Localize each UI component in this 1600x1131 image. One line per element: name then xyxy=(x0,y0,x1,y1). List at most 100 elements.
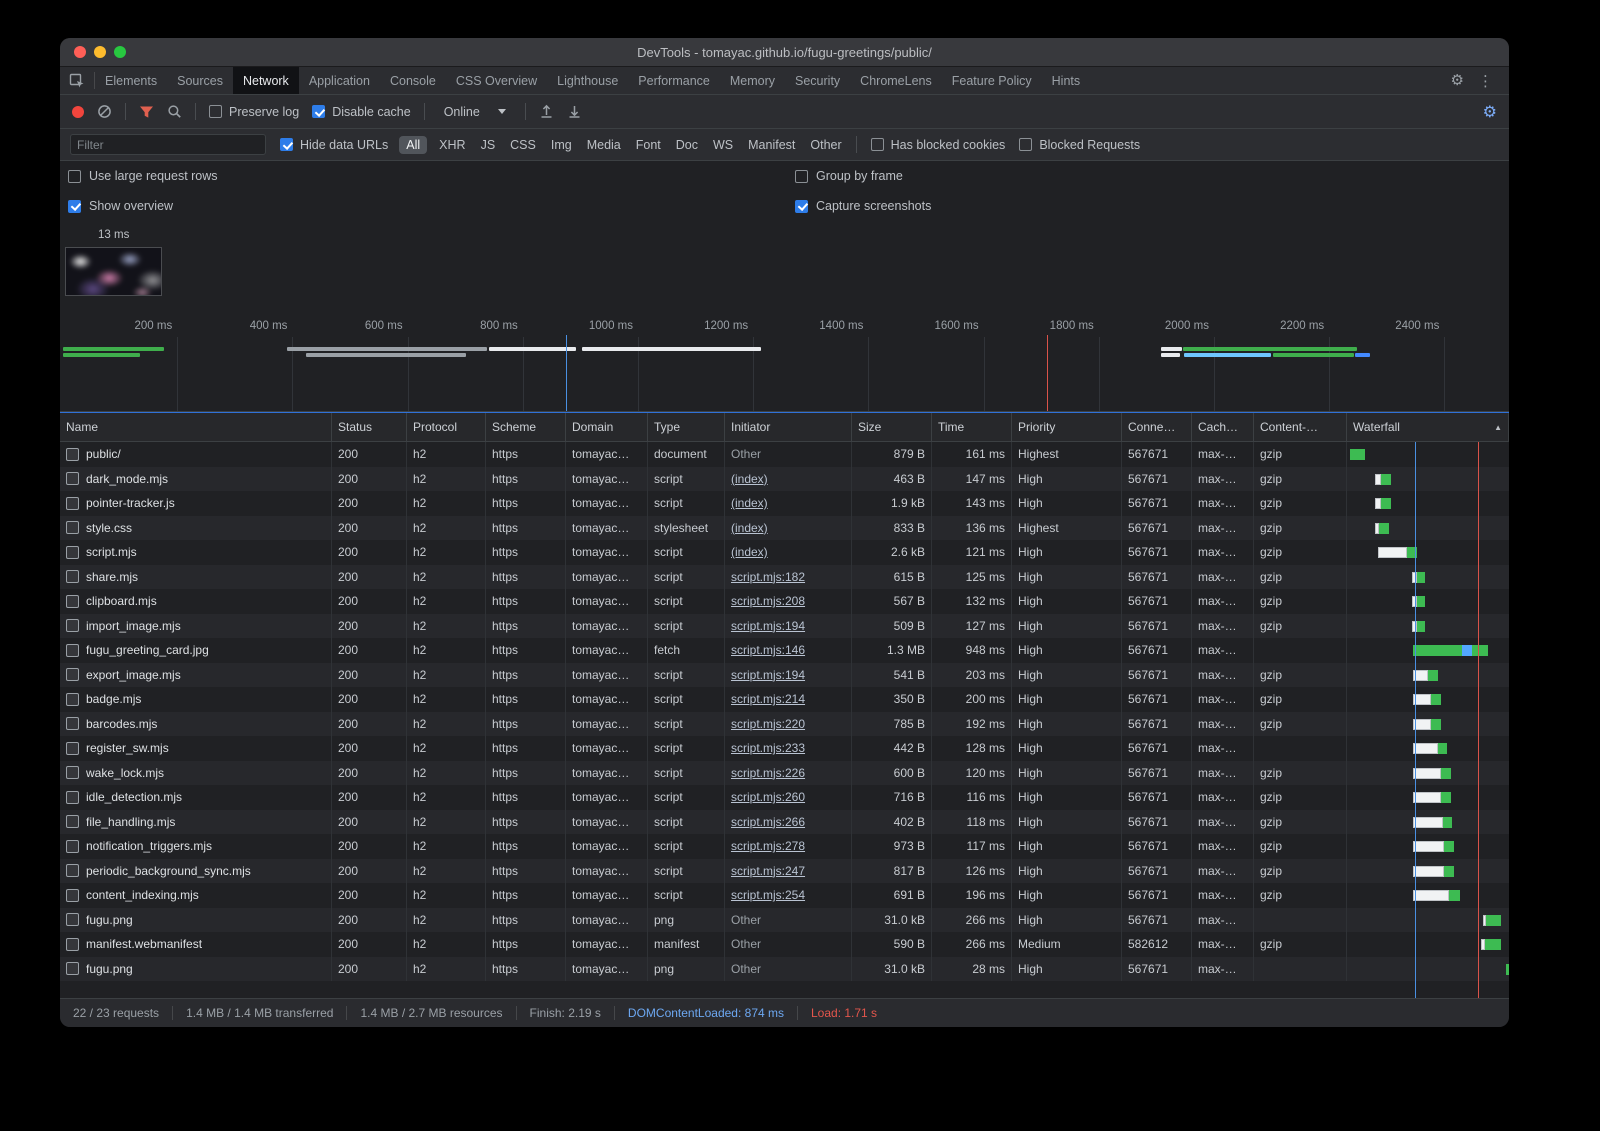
throttling-dropdown[interactable]: Online xyxy=(438,102,512,122)
filter-type-font[interactable]: Font xyxy=(636,138,661,152)
tab-memory[interactable]: Memory xyxy=(720,67,785,94)
preserve-log-checkbox[interactable]: Preserve log xyxy=(209,105,299,119)
filter-type-ws[interactable]: WS xyxy=(713,138,733,152)
table-row-import-image-mjs[interactable]: import_image.mjs200h2httpstomayac…script… xyxy=(60,614,1509,639)
checkbox-box[interactable] xyxy=(280,138,293,151)
initiator-link[interactable]: script.mjs:247 xyxy=(731,864,805,878)
initiator-link[interactable]: (index) xyxy=(731,545,768,559)
initiator-link[interactable]: script.mjs:260 xyxy=(731,790,805,804)
initiator-link[interactable]: script.mjs:220 xyxy=(731,717,805,731)
table-row-notification-triggers-mjs[interactable]: notification_triggers.mjs200h2httpstomay… xyxy=(60,834,1509,859)
export-har-icon[interactable] xyxy=(567,104,582,119)
table-row-wake-lock-mjs[interactable]: wake_lock.mjs200h2httpstomayac…scriptscr… xyxy=(60,761,1509,786)
initiator-link[interactable]: script.mjs:146 xyxy=(731,643,805,657)
tab-application[interactable]: Application xyxy=(299,67,380,94)
record-network-log-button[interactable] xyxy=(72,106,84,118)
table-row-public[interactable]: public/200h2httpstomayac…documentOther87… xyxy=(60,442,1509,467)
more-options-kebab-icon[interactable]: ⋮ xyxy=(1474,72,1497,90)
initiator-link[interactable]: script.mjs:214 xyxy=(731,692,805,706)
close-window-button[interactable] xyxy=(74,46,86,58)
inspect-element-icon[interactable] xyxy=(60,67,94,94)
table-row-style-css[interactable]: style.css200h2httpstomayac…stylesheet(in… xyxy=(60,516,1509,541)
filter-type-img[interactable]: Img xyxy=(551,138,572,152)
initiator-link[interactable]: script.mjs:194 xyxy=(731,619,805,633)
table-row-badge-mjs[interactable]: badge.mjs200h2httpstomayac…scriptscript.… xyxy=(60,687,1509,712)
tab-sources[interactable]: Sources xyxy=(167,67,233,94)
column-header-waterfall[interactable]: Waterfall▲ xyxy=(1347,413,1509,441)
initiator-link[interactable]: (index) xyxy=(731,521,768,535)
initiator-link[interactable]: (index) xyxy=(731,496,768,510)
tab-css-overview[interactable]: CSS Overview xyxy=(446,67,547,94)
initiator-link[interactable]: (index) xyxy=(731,472,768,486)
column-header-type[interactable]: Type xyxy=(648,413,725,441)
disable-cache-checkbox[interactable]: Disable cache xyxy=(312,105,411,119)
filter-type-media[interactable]: Media xyxy=(587,138,621,152)
initiator-link[interactable]: script.mjs:182 xyxy=(731,570,805,584)
initiator-link[interactable]: script.mjs:254 xyxy=(731,888,805,902)
filter-type-xhr[interactable]: XHR xyxy=(439,138,465,152)
column-header-priority[interactable]: Priority xyxy=(1012,413,1122,441)
checkbox-box[interactable] xyxy=(795,170,808,183)
column-header-protocol[interactable]: Protocol xyxy=(407,413,486,441)
checkbox-box[interactable] xyxy=(68,200,81,213)
group-by-frame-checkbox[interactable]: Group by frame xyxy=(795,169,903,183)
initiator-link[interactable]: script.mjs:194 xyxy=(731,668,805,682)
table-row-fugu-png[interactable]: fugu.png200h2httpstomayac…pngOther31.0 k… xyxy=(60,957,1509,982)
column-header-status[interactable]: Status xyxy=(332,413,407,441)
tab-chromelens[interactable]: ChromeLens xyxy=(850,67,942,94)
initiator-link[interactable]: script.mjs:266 xyxy=(731,815,805,829)
search-icon[interactable] xyxy=(167,104,182,119)
checkbox-box[interactable] xyxy=(209,105,222,118)
capture-screenshots-checkbox[interactable]: Capture screenshots xyxy=(795,199,931,213)
column-header-name[interactable]: Name xyxy=(60,413,332,441)
table-row-content-indexing-mjs[interactable]: content_indexing.mjs200h2httpstomayac…sc… xyxy=(60,883,1509,908)
tab-feature-policy[interactable]: Feature Policy xyxy=(942,67,1042,94)
table-row-fugu-png[interactable]: fugu.png200h2httpstomayac…pngOther31.0 k… xyxy=(60,908,1509,933)
clear-network-log-icon[interactable] xyxy=(97,104,112,119)
table-row-clipboard-mjs[interactable]: clipboard.mjs200h2httpstomayac…scriptscr… xyxy=(60,589,1509,614)
column-header-size[interactable]: Size xyxy=(852,413,932,441)
table-row-register-sw-mjs[interactable]: register_sw.mjs200h2httpstomayac…scripts… xyxy=(60,736,1509,761)
table-row-file-handling-mjs[interactable]: file_handling.mjs200h2httpstomayac…scrip… xyxy=(60,810,1509,835)
tab-performance[interactable]: Performance xyxy=(628,67,720,94)
table-row-idle-detection-mjs[interactable]: idle_detection.mjs200h2httpstomayac…scri… xyxy=(60,785,1509,810)
table-row-export-image-mjs[interactable]: export_image.mjs200h2httpstomayac…script… xyxy=(60,663,1509,688)
hide-data-urls-checkbox[interactable]: Hide data URLs xyxy=(280,138,388,152)
minimize-window-button[interactable] xyxy=(94,46,106,58)
filter-type-css[interactable]: CSS xyxy=(510,138,536,152)
tab-console[interactable]: Console xyxy=(380,67,446,94)
checkbox-box[interactable] xyxy=(312,105,325,118)
column-header-conne[interactable]: Conne… xyxy=(1122,413,1192,441)
checkbox-box[interactable] xyxy=(68,170,81,183)
filter-funnel-icon[interactable] xyxy=(139,105,154,119)
show-overview-checkbox[interactable]: Show overview xyxy=(68,199,173,213)
devtools-settings-gear-icon[interactable]: ⚙ xyxy=(1451,73,1464,88)
table-row-periodic-background-sync-mjs[interactable]: periodic_background_sync.mjs200h2httpsto… xyxy=(60,859,1509,884)
column-header-scheme[interactable]: Scheme xyxy=(486,413,566,441)
table-row-pointer-tracker-js[interactable]: pointer-tracker.js200h2httpstomayac…scri… xyxy=(60,491,1509,516)
table-row-fugu-greeting-card-jpg[interactable]: fugu_greeting_card.jpg200h2httpstomayac…… xyxy=(60,638,1509,663)
initiator-link[interactable]: script.mjs:278 xyxy=(731,839,805,853)
network-settings-gear-icon[interactable]: ⚙ xyxy=(1483,102,1497,122)
filter-type-all[interactable]: All xyxy=(399,136,427,154)
checkbox-box[interactable] xyxy=(795,200,808,213)
filter-input[interactable] xyxy=(70,134,266,155)
tab-security[interactable]: Security xyxy=(785,67,850,94)
column-header-cach[interactable]: Cach… xyxy=(1192,413,1254,441)
screenshot-thumbnail[interactable] xyxy=(65,247,162,296)
import-har-icon[interactable] xyxy=(539,104,554,119)
column-header-domain[interactable]: Domain xyxy=(566,413,648,441)
network-overview-timeline[interactable]: 200 ms400 ms600 ms800 ms1000 ms1200 ms14… xyxy=(60,307,1509,412)
filter-type-other[interactable]: Other xyxy=(810,138,841,152)
table-row-script-mjs[interactable]: script.mjs200h2httpstomayac…script(index… xyxy=(60,540,1509,565)
use-large-request-rows-checkbox[interactable]: Use large request rows xyxy=(68,169,218,183)
checkbox-box[interactable] xyxy=(1019,138,1032,151)
initiator-link[interactable]: script.mjs:208 xyxy=(731,594,805,608)
tab-lighthouse[interactable]: Lighthouse xyxy=(547,67,628,94)
checkbox-box[interactable] xyxy=(871,138,884,151)
initiator-link[interactable]: script.mjs:233 xyxy=(731,741,805,755)
column-header-time[interactable]: Time xyxy=(932,413,1012,441)
filter-type-manifest[interactable]: Manifest xyxy=(748,138,795,152)
column-header-initiator[interactable]: Initiator xyxy=(725,413,852,441)
tab-network[interactable]: Network xyxy=(233,67,299,94)
